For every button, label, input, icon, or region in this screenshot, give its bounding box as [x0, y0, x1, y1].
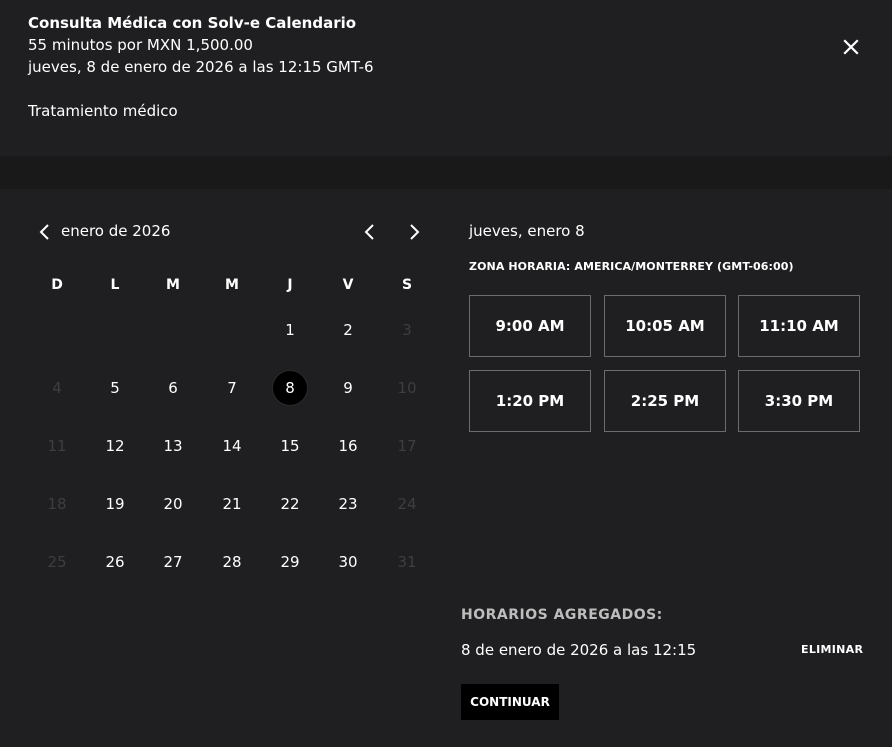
- month-label: enero de 2026: [61, 222, 171, 240]
- time-slot-button[interactable]: 3:30 PM: [738, 370, 860, 432]
- added-times-label: HORARIOS AGREGADOS:: [461, 607, 663, 623]
- calendar-day-selected[interactable]: 8: [272, 370, 308, 406]
- calendar-day: 24: [397, 495, 417, 513]
- weekday-header: M: [166, 277, 180, 293]
- calendar-day[interactable]: 23: [330, 486, 366, 522]
- calendar-day[interactable]: 22: [272, 486, 308, 522]
- calendar-day: 4: [52, 379, 62, 397]
- timezone-label: ZONA HORARIA: AMERICA/MONTERREY (GMT-06:…: [469, 260, 794, 273]
- calendar-day[interactable]: 7: [214, 370, 250, 406]
- added-time-item: 8 de enero de 2026 a las 12:15: [461, 641, 697, 659]
- calendar-day[interactable]: 27: [155, 544, 191, 580]
- weekday-header: V: [342, 277, 354, 293]
- weekday-header: D: [51, 277, 63, 293]
- time-slot-button[interactable]: 1:20 PM: [469, 370, 591, 432]
- calendar-day[interactable]: 1: [272, 312, 308, 348]
- calendar-day[interactable]: 21: [214, 486, 250, 522]
- calendar-day: 18: [47, 495, 67, 513]
- service-description: Tratamiento médico: [28, 102, 178, 120]
- chevron-left-icon: [39, 224, 49, 240]
- calendar-day[interactable]: 15: [272, 428, 308, 464]
- back-button[interactable]: [36, 222, 54, 242]
- calendar-day[interactable]: 14: [214, 428, 250, 464]
- calendar-day[interactable]: 16: [330, 428, 366, 464]
- weekday-header: L: [110, 277, 120, 293]
- calendar-day[interactable]: 5: [97, 370, 133, 406]
- continue-button[interactable]: CONTINUAR: [461, 684, 559, 720]
- close-button[interactable]: [838, 34, 864, 60]
- selected-date-label: jueves, enero 8: [469, 222, 585, 240]
- time-slot-button[interactable]: 11:10 AM: [738, 295, 860, 357]
- calendar-day: 31: [397, 553, 417, 571]
- weekday-header: J: [287, 277, 293, 293]
- calendar-day: 3: [402, 321, 412, 339]
- appointment-date: jueves, 8 de enero de 2026 a las 12:15 G…: [28, 58, 374, 76]
- calendar-day[interactable]: 12: [97, 428, 133, 464]
- service-title: Consulta Médica con Solv-e Calendario: [28, 14, 357, 32]
- divider-band: [0, 156, 892, 189]
- calendar-day[interactable]: 6: [155, 370, 191, 406]
- calendar-day[interactable]: 28: [214, 544, 250, 580]
- service-price: 55 minutos por MXN 1,500.00: [28, 36, 253, 54]
- time-slot-button[interactable]: 10:05 AM: [604, 295, 726, 357]
- chevron-right-icon: [410, 224, 420, 240]
- calendar-day[interactable]: 26: [97, 544, 133, 580]
- calendar-day[interactable]: 19: [97, 486, 133, 522]
- weekday-header: M: [225, 277, 239, 293]
- chevron-left-icon: [364, 224, 374, 240]
- calendar-day: 17: [397, 437, 417, 455]
- calendar-day: 10: [397, 379, 417, 397]
- calendar-day[interactable]: 9: [330, 370, 366, 406]
- booking-header: Consulta Médica con Solv-e Calendario 55…: [0, 0, 892, 156]
- calendar-day[interactable]: 29: [272, 544, 308, 580]
- close-icon: [843, 39, 859, 55]
- remove-button[interactable]: ELIMINAR: [801, 643, 863, 657]
- next-month-button[interactable]: [404, 222, 424, 242]
- previous-month-button[interactable]: [360, 222, 380, 242]
- time-slot-button[interactable]: 9:00 AM: [469, 295, 591, 357]
- calendar-day[interactable]: 13: [155, 428, 191, 464]
- calendar-day: 11: [47, 437, 67, 455]
- calendar-day[interactable]: 30: [330, 544, 366, 580]
- calendar-day[interactable]: 2: [330, 312, 366, 348]
- weekday-header: S: [401, 277, 413, 293]
- calendar-day: 25: [47, 553, 67, 571]
- calendar-day[interactable]: 20: [155, 486, 191, 522]
- time-slot-button[interactable]: 2:25 PM: [604, 370, 726, 432]
